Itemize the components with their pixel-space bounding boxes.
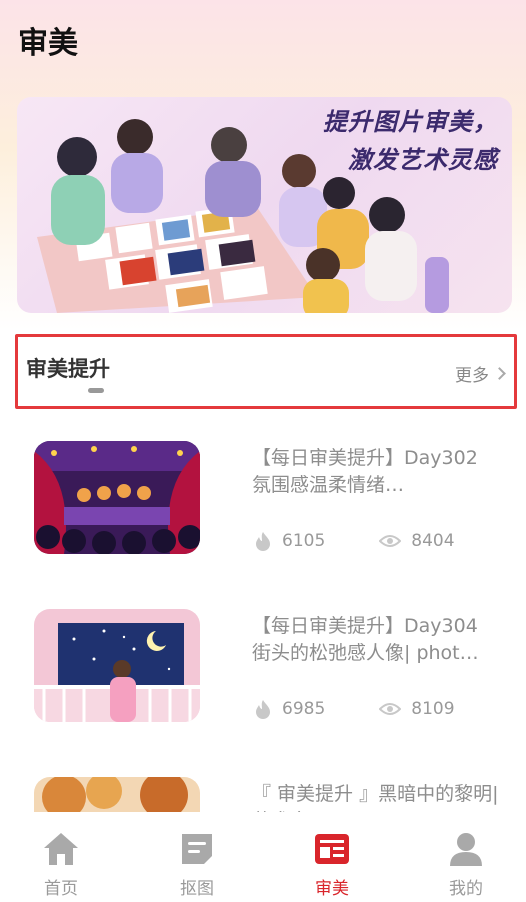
section-title-indicator [88, 388, 104, 393]
tab-cutout[interactable]: 抠图 [157, 830, 237, 899]
tab-label: 抠图 [180, 879, 214, 899]
flame-icon [256, 700, 270, 719]
aesthetics-icon [315, 834, 349, 864]
likes-stat: 6105 [254, 531, 325, 551]
likes-stat: 6985 [254, 699, 325, 719]
likes-count: 6985 [282, 699, 326, 719]
banner-slogan-line1: 提升图片审美， [323, 107, 498, 136]
home-icon [44, 833, 78, 865]
article-title: 【每日审美提升】Day304 街头的松弛感人像| phot… [252, 615, 479, 664]
flame-icon [256, 532, 270, 551]
more-link[interactable]: 更多 [455, 361, 506, 386]
more-label: 更多 [455, 366, 489, 386]
views-stat: 8109 [379, 699, 455, 719]
views-count: 8404 [411, 531, 455, 551]
list-item[interactable]: 【每日审美提升】Day304 街头的松弛感人像| phot… 6985 8109 [34, 609, 504, 724]
views-count: 8109 [411, 699, 455, 719]
tab-aesthetics[interactable]: 审美 [292, 830, 372, 899]
section-header-aesthetics: 审美提升 更多 [15, 334, 517, 409]
likes-count: 6105 [282, 531, 326, 551]
views-stat: 8404 [379, 531, 455, 551]
tab-label: 我的 [449, 879, 483, 899]
banner[interactable]: 提升图片审美， 激发艺术灵感 [17, 97, 512, 313]
eye-icon [379, 703, 402, 715]
page-title: 审美 [18, 26, 78, 61]
tab-profile[interactable]: 我的 [426, 830, 506, 899]
eye-icon [379, 535, 402, 547]
article-stats: 6105 8404 [254, 531, 509, 551]
list-item[interactable]: 【每日审美提升】Day302 氛围感温柔情绪… 6105 8404 [34, 441, 504, 556]
chevron-right-icon [493, 367, 506, 380]
banner-slogan-line2: 激发艺术灵感 [348, 145, 498, 174]
tab-label: 首页 [44, 879, 78, 899]
section-title: 审美提升 [26, 357, 110, 381]
bottom-tab-bar: 首页 抠图 审美 我的 [0, 812, 526, 902]
article-stats: 6985 8109 [254, 699, 509, 719]
profile-icon [450, 833, 482, 866]
article-title: 【每日审美提升】Day302 氛围感温柔情绪… [252, 447, 478, 496]
tab-home[interactable]: 首页 [21, 830, 101, 899]
article-thumbnail [34, 441, 200, 554]
tab-label: 审美 [315, 879, 349, 899]
article-thumbnail [34, 609, 200, 722]
cutout-icon [182, 834, 212, 864]
banner-slogan: 提升图片审美， 激发艺术灵感 [298, 103, 498, 179]
